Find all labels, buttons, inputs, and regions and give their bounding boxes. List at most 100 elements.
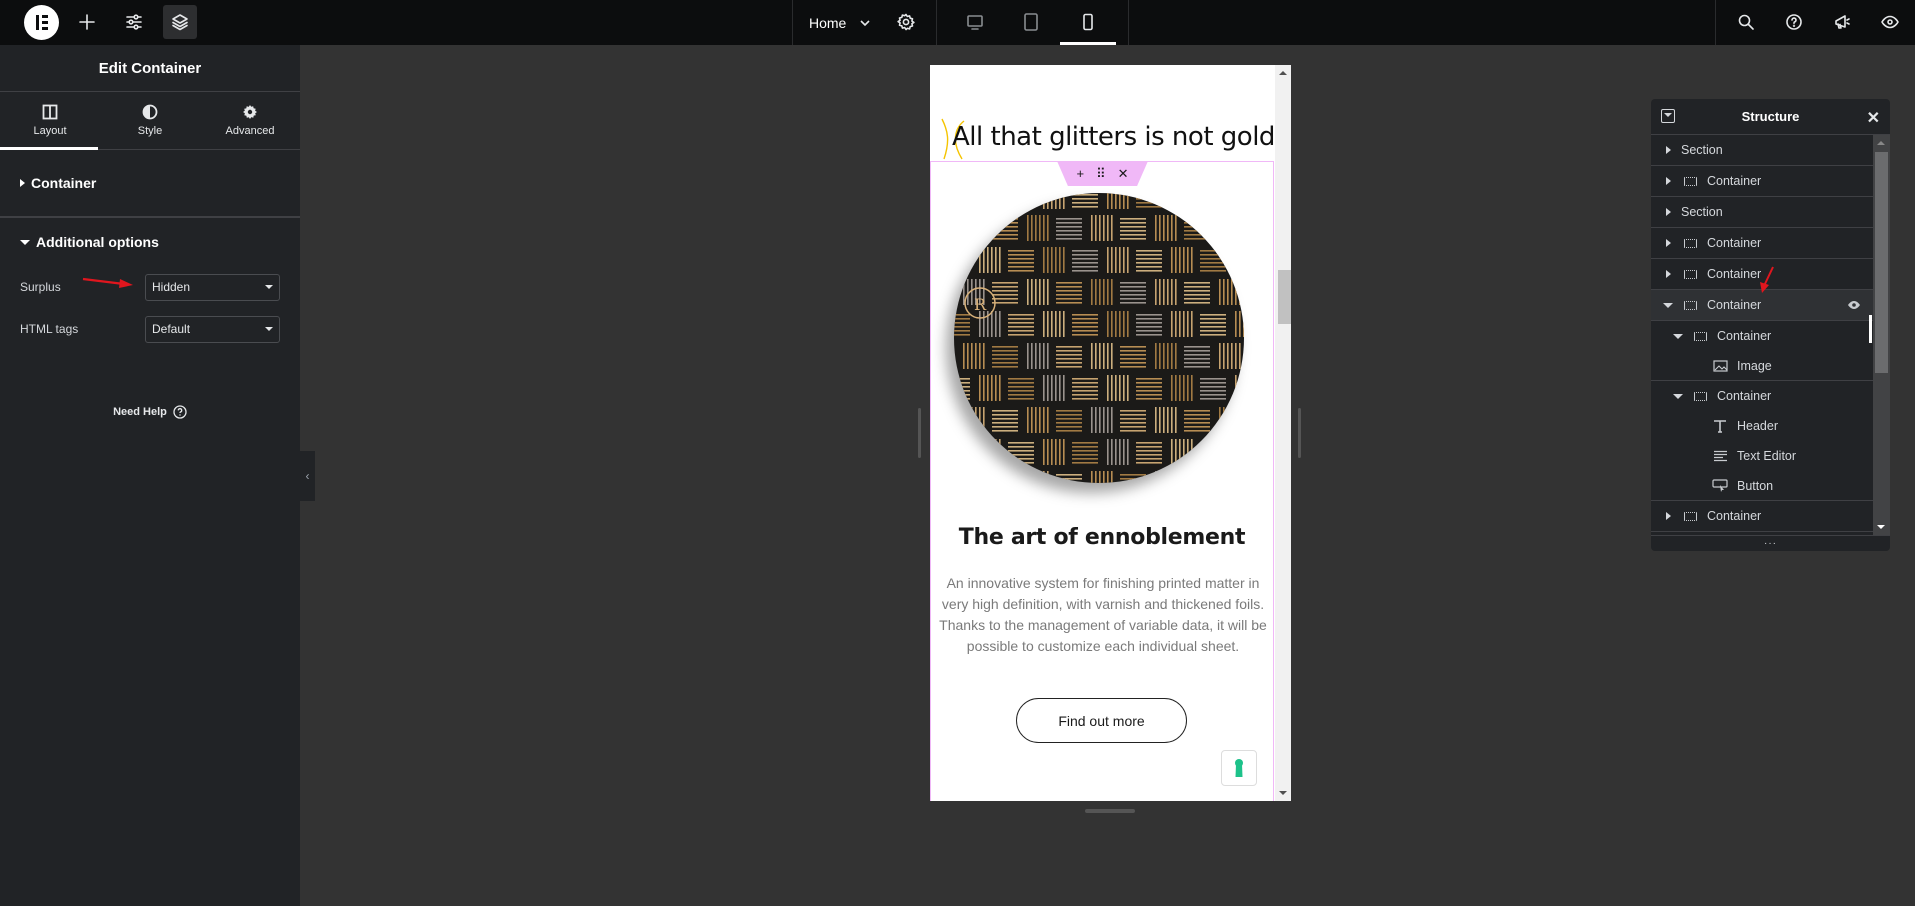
resize-handle-right[interactable] [1298, 408, 1301, 458]
help-button[interactable] [1777, 5, 1811, 39]
scroll-up-icon[interactable] [1877, 141, 1885, 145]
layers-icon [172, 14, 188, 31]
structure-item-label: Container [1707, 298, 1762, 312]
device-tablet-button[interactable] [1014, 5, 1048, 39]
help-icon [1786, 14, 1802, 30]
caret-down-icon[interactable] [1661, 302, 1675, 308]
tab-advanced-label: Advanced [225, 125, 275, 137]
edit-panel: Edit Container Layout Style Advanced Con… [0, 45, 300, 906]
caret-right-icon[interactable] [1661, 177, 1675, 185]
caret-right-icon[interactable] [1661, 512, 1675, 520]
container-icon [1681, 268, 1699, 280]
image-widget[interactable]: R [954, 193, 1244, 483]
collapse-panel-button[interactable]: ‹ [300, 451, 315, 501]
preview-button[interactable] [1873, 5, 1907, 39]
caret-right-icon[interactable] [1661, 239, 1675, 247]
add-element-button[interactable] [70, 5, 104, 39]
annotation-arrow-icon [82, 277, 133, 288]
tab-style[interactable]: Style [100, 92, 200, 149]
structure-item-section[interactable]: Section [1651, 197, 1873, 228]
structure-item-container[interactable]: Container [1651, 501, 1873, 532]
whats-new-button[interactable] [1825, 5, 1859, 39]
structure-item-text-editor[interactable]: Text Editor [1651, 441, 1873, 471]
structure-more-button[interactable]: ··· [1651, 535, 1890, 551]
structure-header: Structure ✕ [1651, 99, 1890, 135]
html-tags-select[interactable]: Default [145, 315, 280, 343]
need-help-link[interactable]: Need Help [0, 405, 300, 419]
caret-right-icon[interactable] [1661, 270, 1675, 278]
elementor-logo[interactable] [24, 5, 59, 40]
structure-item-label: Container [1707, 509, 1762, 523]
search-button[interactable] [1729, 5, 1763, 39]
tab-layout[interactable]: Layout [0, 92, 100, 149]
art-heading[interactable]: The art of ennoblement [930, 525, 1274, 550]
svg-text:R: R [974, 295, 987, 314]
drop-indicator [1869, 315, 1872, 343]
minimize-icon[interactable] [1661, 109, 1675, 123]
structure-panel: Structure ✕ Section Container Section Conta… [1651, 99, 1890, 551]
megaphone-icon [1835, 15, 1850, 29]
visibility-eye-icon[interactable] [1847, 299, 1861, 313]
structure-item-section[interactable]: Section [1651, 135, 1873, 166]
search-icon [1738, 14, 1754, 30]
structure-item-label: Text Editor [1737, 449, 1797, 463]
structure-button[interactable] [163, 5, 197, 39]
structure-item-container[interactable]: Container [1651, 321, 1873, 351]
structure-item-label: Header [1737, 419, 1778, 433]
container-handle: + ⠿ ✕ [1057, 161, 1148, 186]
device-mobile-button[interactable] [1071, 5, 1105, 39]
caret-right-icon[interactable] [1661, 208, 1675, 216]
surplus-field: Surplus Hidden [0, 266, 300, 308]
structure-item-label: Section [1681, 143, 1723, 157]
close-icon[interactable]: ✕ [1867, 108, 1880, 128]
section-additional-options-toggle[interactable]: Additional options [0, 218, 300, 266]
structure-item-container[interactable]: Container [1651, 290, 1873, 321]
surplus-select[interactable]: Hidden [145, 273, 280, 301]
page-selector[interactable]: Home [809, 0, 872, 45]
caret-down-icon [20, 239, 30, 245]
site-settings-button[interactable] [117, 5, 151, 39]
structure-item-container[interactable]: Container [1651, 166, 1873, 197]
caret-down-icon[interactable] [1671, 333, 1685, 339]
structure-title: Structure [1741, 109, 1800, 124]
scroll-thumb[interactable] [1278, 270, 1291, 324]
container-icon [1691, 330, 1709, 342]
tab-style-label: Style [137, 125, 163, 137]
scroll-thumb[interactable] [1875, 152, 1888, 373]
resize-handle-left[interactable] [918, 408, 921, 458]
text-editor-widget[interactable]: An innovative system for finishing print… [938, 573, 1268, 657]
structure-item-container[interactable]: Container [1651, 381, 1873, 411]
device-desktop-button[interactable] [958, 5, 992, 39]
delete-container-icon[interactable]: ✕ [1118, 166, 1129, 182]
structure-item-header[interactable]: Header [1651, 411, 1873, 441]
eye-icon [1881, 15, 1899, 29]
structure-item-container[interactable]: Container [1651, 228, 1873, 259]
drag-handle-icon[interactable]: ⠿ [1096, 166, 1106, 182]
scroll-down-icon[interactable] [1279, 791, 1287, 795]
add-container-icon[interactable]: + [1076, 166, 1084, 181]
page-settings-button[interactable] [889, 5, 923, 39]
tab-advanced[interactable]: Advanced [200, 92, 300, 149]
resize-handle-bottom[interactable] [1085, 809, 1135, 813]
scroll-down-icon[interactable] [1877, 525, 1885, 529]
find-out-more-button[interactable]: Find out more [1016, 698, 1187, 743]
container-icon [1681, 299, 1699, 311]
structure-scrollbar[interactable] [1873, 135, 1890, 535]
structure-item-label: Container [1717, 329, 1772, 343]
container-icon [1681, 175, 1699, 187]
structure-item-button[interactable]: Button [1651, 471, 1873, 501]
gear-icon [897, 13, 915, 31]
section-container-toggle[interactable]: Container [0, 150, 300, 216]
chevron-down-icon [860, 19, 870, 26]
caret-down-icon[interactable] [1671, 393, 1685, 399]
preview-scrollbar[interactable] [1275, 65, 1291, 801]
accessibility-widget-button[interactable] [1221, 750, 1257, 786]
structure-tree: Section Container Section Container Containe… [1651, 135, 1873, 535]
surplus-select-value: Hidden [152, 280, 191, 294]
scroll-up-icon[interactable] [1279, 71, 1287, 75]
structure-item-image[interactable]: Image [1651, 351, 1873, 381]
plus-icon [79, 14, 95, 30]
html-tags-field: HTML tags Default [0, 308, 300, 350]
heading-widget[interactable]: All that glitters is not gold! [952, 122, 1285, 152]
caret-right-icon[interactable] [1661, 146, 1675, 154]
